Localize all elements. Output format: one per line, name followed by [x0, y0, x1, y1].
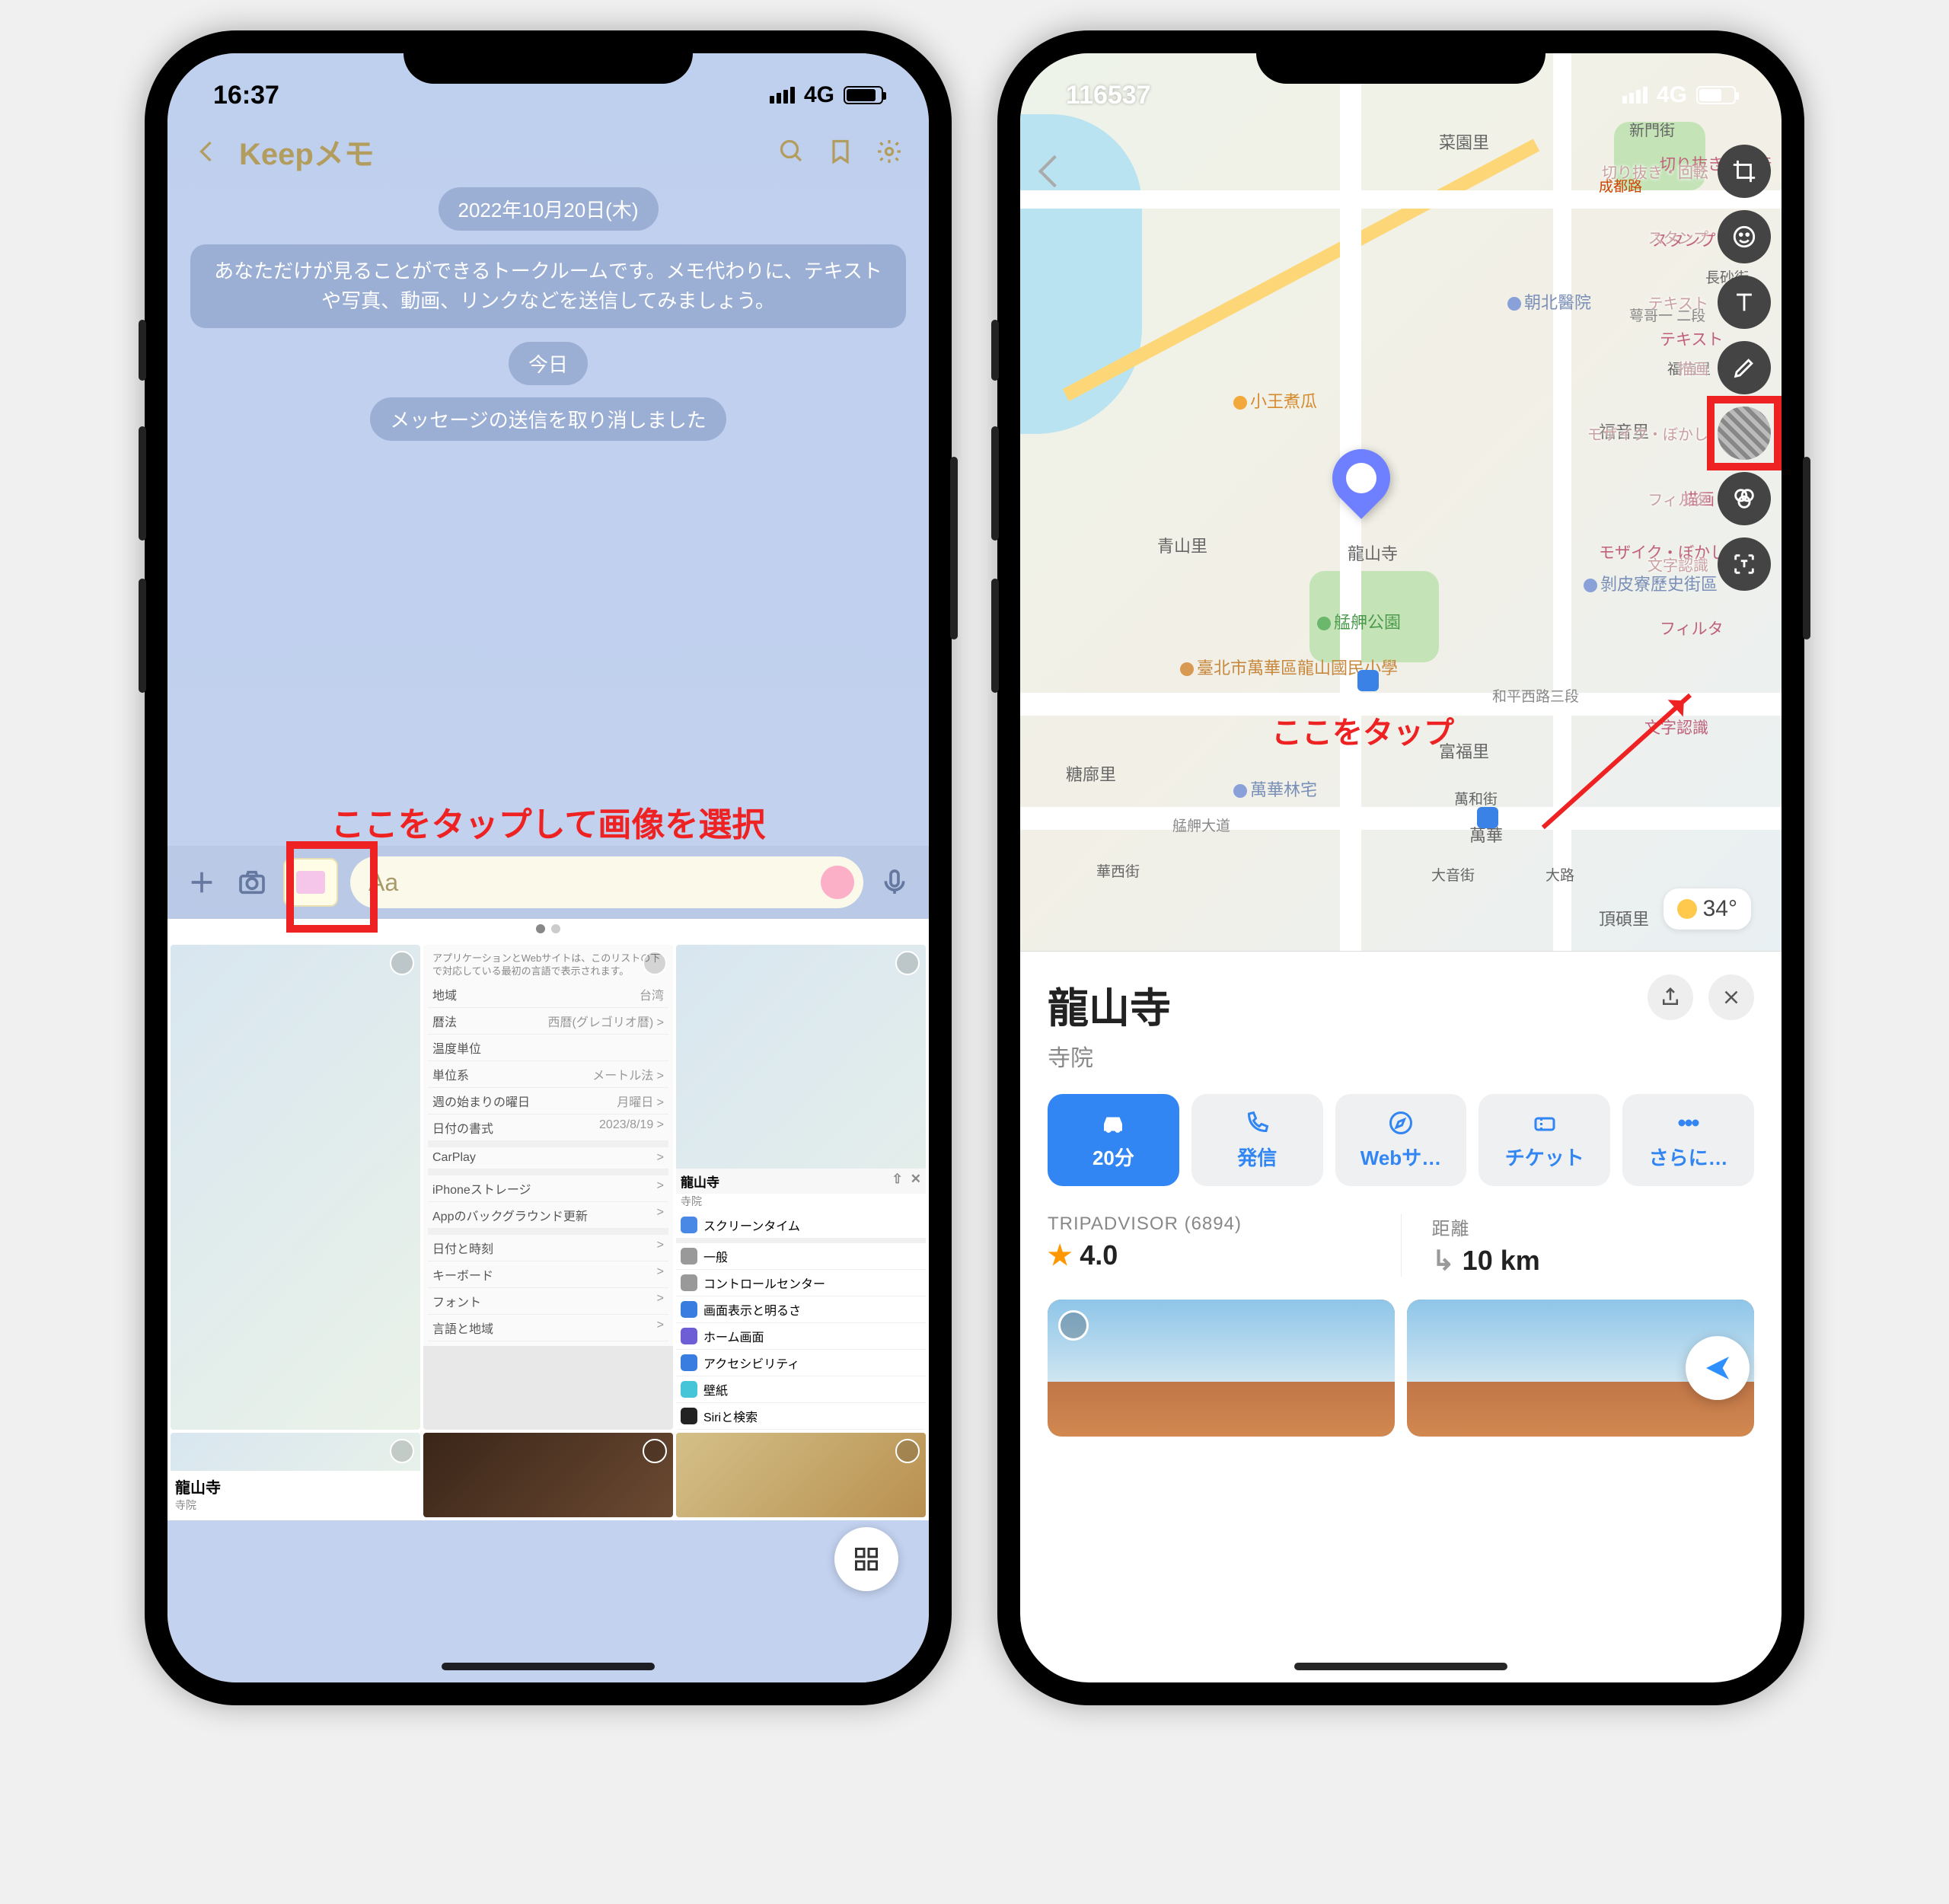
annotation-box [1707, 396, 1782, 470]
rating-block[interactable]: TRIPADVISOR (6894) ★4.0 [1048, 1214, 1370, 1277]
text-button[interactable]: テキスト [1718, 276, 1771, 329]
status-time: 16:37 [213, 81, 279, 110]
plus-icon[interactable] [183, 863, 221, 901]
annotation-box [286, 841, 378, 933]
metro-station-icon[interactable] [1357, 670, 1379, 691]
crop-rotate-button[interactable]: 切り抜き・回転 [1718, 145, 1771, 198]
chat-title: Keepメモ [239, 129, 375, 174]
chat-header: Keepメモ [167, 122, 929, 181]
star-icon: ★ [1048, 1239, 1072, 1271]
select-circle[interactable] [390, 1439, 414, 1463]
place-category: 寺院 [1048, 1039, 1754, 1073]
map-canvas[interactable]: 菜園里 新門街 成都路 切り抜き・回転 長砂街 スタンプ 朝北醫院 萼哥一 二段… [1020, 53, 1782, 952]
select-circle[interactable] [895, 1439, 920, 1463]
stamp-button[interactable]: スタンプ [1718, 210, 1771, 263]
photo-strip[interactable] [1048, 1300, 1754, 1437]
weather-badge[interactable]: 34° [1664, 888, 1751, 930]
back-icon[interactable] [190, 135, 224, 168]
select-circle[interactable] [643, 951, 667, 975]
more-icon [1675, 1109, 1702, 1137]
today-pill: 今日 [509, 342, 588, 385]
network-label: 4G [1657, 82, 1687, 108]
gallery-thumb[interactable] [676, 1433, 926, 1517]
battery-icon [1696, 86, 1736, 104]
close-button[interactable] [1708, 974, 1754, 1020]
status-time: 116537 [1066, 81, 1151, 110]
device-notch [404, 30, 693, 84]
divider [1401, 1214, 1402, 1277]
signal-icon [1622, 87, 1648, 104]
intro-message: あなただけが見ることができるトークルームです。メモ代わりに、テキストや写真、動画… [190, 244, 906, 328]
gallery-thumb[interactable]: 龍山寺 寺院 [171, 1433, 420, 1517]
annotation-text: ここをタップして画像を選択 [167, 797, 929, 846]
gear-icon[interactable] [872, 135, 906, 168]
signal-icon [770, 87, 795, 104]
select-circle[interactable] [895, 951, 920, 975]
search-icon[interactable] [775, 135, 809, 168]
battery-icon [844, 86, 883, 104]
photo-gallery[interactable]: アプリケーションとWebサイトは、このリストの下で対応している最初の言語で表示さ… [167, 942, 929, 1520]
tickets-button[interactable]: チケット [1478, 1094, 1610, 1186]
ticket-icon [1531, 1109, 1558, 1137]
filter-button[interactable]: フィルタ [1718, 472, 1771, 525]
place-photo[interactable] [1048, 1300, 1395, 1437]
date-pill: 2022年10月20日(木) [439, 187, 659, 231]
select-circle[interactable] [643, 1439, 667, 1463]
chat-body[interactable] [167, 447, 929, 797]
grid-fab[interactable] [834, 1527, 898, 1591]
sun-icon [1677, 899, 1697, 919]
compass-icon [1387, 1109, 1415, 1137]
share-button[interactable] [1648, 974, 1693, 1020]
route-icon: ↳ [1432, 1245, 1455, 1277]
gallery-thumb[interactable] [423, 1433, 673, 1517]
website-button[interactable]: Webサ… [1335, 1094, 1467, 1186]
place-detail-card[interactable]: 龍山寺 寺院 20分 発信 Webサ… [1020, 952, 1782, 1459]
annotation-text: ここをタップ [1271, 708, 1454, 752]
camera-icon[interactable] [233, 863, 271, 901]
send-button[interactable] [1686, 1336, 1750, 1400]
sticker-icon[interactable] [821, 866, 854, 899]
phone-icon [1243, 1109, 1271, 1137]
bookmark-icon[interactable] [824, 135, 857, 168]
more-button[interactable]: さらに… [1622, 1094, 1754, 1186]
call-button[interactable]: 発信 [1191, 1094, 1323, 1186]
page-indicator [167, 919, 929, 942]
select-circle[interactable] [390, 951, 414, 975]
device-notch [1256, 30, 1545, 84]
markup-toolbar: 切り抜き・回転 スタンプ テキスト 描画 モザイク・ぼかし フィルタ 文字認識 [1718, 145, 1771, 591]
network-label: 4G [804, 82, 834, 108]
directions-button[interactable]: 20分 [1048, 1094, 1179, 1186]
draw-button[interactable]: 描画 [1718, 341, 1771, 394]
distance-block: 距離 ↳10 km [1432, 1214, 1755, 1277]
car-icon [1099, 1109, 1127, 1137]
map-pin[interactable] [1320, 437, 1402, 518]
gallery-thumb[interactable]: アプリケーションとWebサイトは、このリストの下で対応している最初の言語で表示さ… [423, 945, 673, 1430]
gallery-thumb[interactable] [171, 945, 420, 1430]
select-circle[interactable] [1058, 1310, 1089, 1341]
gallery-thumb[interactable]: 龍山寺⇧✕ 寺院 スクリーンタイム 一般 コントロールセンター 画面表示と明るさ… [676, 945, 926, 1430]
unsent-pill: メッセージの送信を取り消しました [370, 397, 726, 441]
metro-station-icon[interactable] [1477, 807, 1498, 828]
ocr-button[interactable]: 文字認識 [1718, 537, 1771, 591]
home-indicator[interactable] [1294, 1663, 1507, 1670]
input-bar: Aa [167, 846, 929, 919]
home-indicator[interactable] [442, 1663, 655, 1670]
message-input[interactable]: Aa [350, 856, 863, 908]
mic-icon[interactable] [876, 863, 914, 901]
